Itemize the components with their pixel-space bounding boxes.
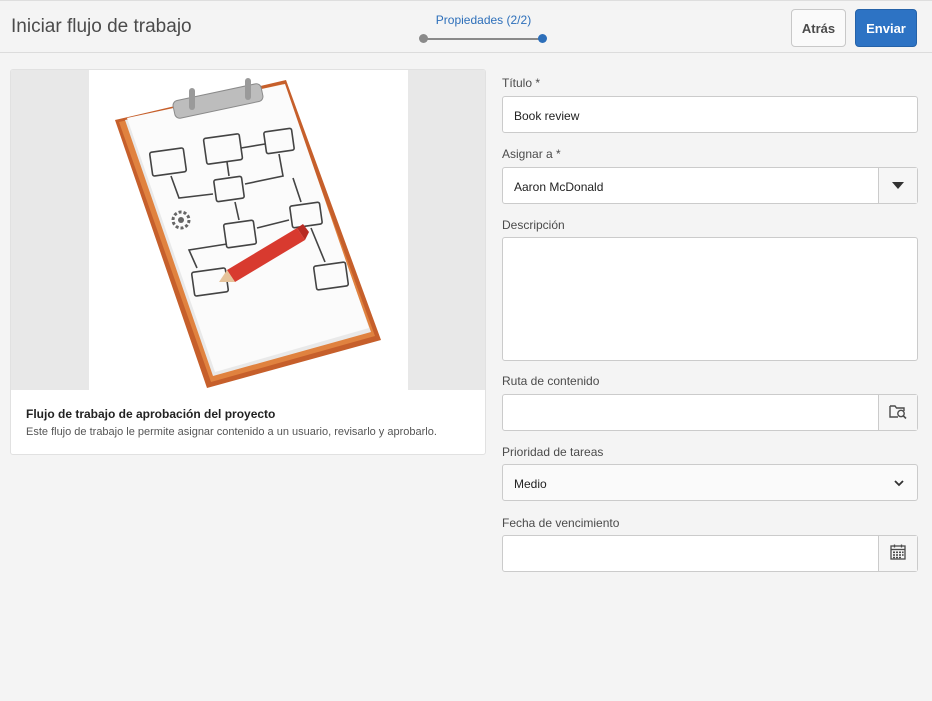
card-thumbnail-area (11, 70, 485, 390)
page-title: Iniciar flujo de trabajo (11, 16, 192, 37)
content-path-label: Ruta de contenido (502, 374, 600, 388)
assign-to-value: Aaron McDonald (514, 180, 604, 194)
card-description: Este flujo de trabajo le permite asignar… (26, 426, 437, 438)
content-path-browse-button[interactable] (878, 395, 917, 430)
top-bar: Iniciar flujo de trabajo Propiedades (2/… (0, 0, 932, 53)
title-input[interactable]: Book review (502, 96, 918, 133)
task-priority-select[interactable]: Medio (502, 464, 918, 501)
assign-to-dropdown-button[interactable] (878, 168, 917, 203)
wizard-step-2-dot (538, 34, 547, 43)
due-date-input[interactable] (502, 535, 918, 572)
title-input-value: Book review (514, 109, 580, 123)
workflow-model-card: Flujo de trabajo de aprobación del proye… (10, 69, 486, 455)
chevron-down-icon (894, 477, 904, 491)
assign-to-label: Asignar a * (502, 147, 561, 161)
wizard-step-label: Propiedades (2/2) (435, 13, 532, 27)
wizard-progress: Propiedades (2/2) (416, 12, 551, 44)
title-label: Título * (502, 76, 541, 90)
wizard-step-1-dot[interactable] (419, 34, 428, 43)
description-textarea[interactable] (502, 237, 918, 361)
task-priority-value: Medio (514, 477, 547, 491)
clipboard-flowchart-image (89, 70, 408, 390)
folder-search-icon (889, 403, 907, 422)
calendar-icon (890, 544, 906, 563)
card-title: Flujo de trabajo de aprobación del proye… (26, 407, 276, 421)
due-date-label: Fecha de vencimiento (502, 516, 620, 530)
task-priority-label: Prioridad de tareas (502, 445, 604, 459)
submit-button[interactable]: Enviar (855, 9, 917, 47)
triangle-down-icon (892, 179, 904, 193)
due-date-picker-button[interactable] (878, 536, 917, 571)
wizard-track (424, 38, 543, 40)
back-button[interactable]: Atrás (791, 9, 846, 47)
assign-to-field[interactable]: Aaron McDonald (502, 167, 918, 204)
description-label: Descripción (502, 218, 565, 232)
content-path-input[interactable] (502, 394, 918, 431)
